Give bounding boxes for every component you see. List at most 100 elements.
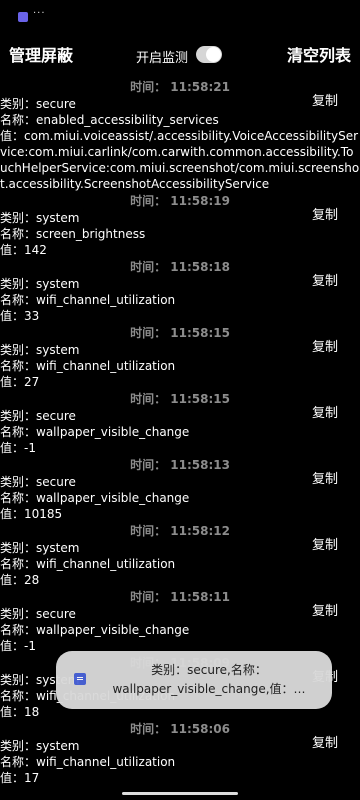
entry-time: 时间： 11:58:15 [130,326,230,340]
entry-name-text: screen_brightness [36,227,146,241]
copy-button[interactable]: 复制 [312,90,338,109]
entry-name-label: 名称： [0,557,37,571]
entry-name-label: 名称： [0,689,37,703]
list-item: 时间： 11:58:11 复制 类别：secure 名称：wallpaper_visi… [0,588,360,654]
entry-name: 名称：wallpaper_visible_change [0,424,360,440]
entry-type-label: 类别： [0,97,37,111]
entry-name: 名称：wifi_channel_utilization [0,292,360,308]
entry-type-text: secure [36,409,76,423]
entry-value-label: 值： [0,573,25,587]
header: 管理屏蔽 开启监测 清空列表 [0,38,360,74]
entry-type-text: system [36,739,80,753]
entry-name-label: 名称： [0,113,37,127]
copy-button[interactable]: 复制 [312,270,338,289]
entry-value-label: 值： [0,441,25,455]
entry-name-text: enabled_accessibility_services [36,113,219,127]
entry-time: 时间： 11:58:13 [130,458,230,472]
entry-type: 类别：secure [0,408,360,424]
copy-button[interactable]: 复制 [312,336,338,355]
entry-value-text: -1 [24,639,36,653]
entry-name-text: wallpaper_visible_change [36,623,190,637]
entry-value: 值：-1 [0,440,360,456]
entry-type-label: 类别： [0,343,37,357]
home-indicator[interactable] [122,792,238,795]
entry-name: 名称：wifi_channel_utilization [0,358,360,374]
entry-type-label: 类别： [0,211,37,225]
monitor-toggle[interactable] [196,46,222,63]
entry-value-text: 17 [24,771,40,785]
status-bar: ··· [0,0,360,32]
entry-name: 名称：screen_brightness [0,226,360,242]
entry-type-label: 类别： [0,277,37,291]
list-item: 时间： 11:58:15 复制 类别：system 名称：wifi_channel_u… [0,324,360,390]
copy-button[interactable]: 复制 [312,534,338,553]
entry-type: 类别：secure [0,96,360,112]
entry-value: 值：33 [0,308,360,324]
entry-value-label: 值： [0,639,25,653]
entry-value-text: 142 [24,243,47,257]
entry-type-text: secure [36,97,76,111]
manage-block-button[interactable]: 管理屏蔽 [9,42,73,66]
entry-type-text: system [36,277,80,291]
entry-value: 值：com.miui.voiceassist/.accessibility.Vo… [0,128,360,192]
entry-value-label: 值： [0,129,25,143]
entry-value: 值：10185 [0,506,360,522]
entry-value: 值：142 [0,242,360,258]
entry-value-label: 值： [0,771,25,785]
entry-value-label: 值： [0,309,25,323]
entry-type: 类别：system [0,738,360,754]
entry-value: 值：27 [0,374,360,390]
entry-name-text: wallpaper_visible_change [36,425,190,439]
message-icon [74,673,86,685]
list-item: 时间： 11:58:06 复制 类别：system 名称：wifi_channel_u… [0,720,360,786]
copy-button[interactable]: 复制 [312,204,338,223]
toast-text: 类别：secure,名称：wallpaper_visible_change,值：… [112,663,306,696]
entry-name-label: 名称： [0,227,37,241]
entry-type: 类别：system [0,210,360,226]
entry-name: 名称：wallpaper_visible_change [0,490,360,506]
list-item: 时间： 11:58:13 复制 类别：secure 名称：wallpaper_visi… [0,456,360,522]
entry-name-text: wifi_channel_utilization [36,293,176,307]
entry-value-text: 18 [24,705,40,719]
entry-name-text: wallpaper_visible_change [36,491,190,505]
entry-value: 值：17 [0,770,360,786]
entry-type-label: 类别： [0,673,37,687]
entry-name-label: 名称： [0,359,37,373]
entry-type: 类别：system [0,540,360,556]
entry-type-text: system [36,343,80,357]
clear-list-button[interactable]: 清空列表 [287,42,351,66]
copy-button[interactable]: 复制 [312,732,338,751]
entry-type: 类别：system [0,342,360,358]
entry-name: 名称：wifi_channel_utilization [0,754,360,770]
monitor-label: 开启监测 [136,51,189,66]
entry-type: 类别：system [0,276,360,292]
entry-time: 时间： 11:58:12 [130,524,230,538]
list-item: 时间： 11:58:21 复制 类别：secure 名称：enabled_access… [0,78,360,192]
entry-type-label: 类别： [0,409,37,423]
entry-value-text: 10185 [24,507,63,521]
entry-value-text: 27 [24,375,40,389]
entry-type-text: secure [36,475,76,489]
entry-name-label: 名称： [0,293,37,307]
entry-type-label: 类别： [0,541,37,555]
entry-value-label: 值： [0,507,25,521]
app-notification-icon [18,12,28,22]
more-notifications-icon: ··· [33,8,46,19]
entry-name-label: 名称： [0,491,37,505]
copy-button[interactable]: 复制 [312,600,338,619]
entry-value-text: 28 [24,573,40,587]
entry-time: 时间： 11:58:11 [130,590,230,604]
entry-name-text: wifi_channel_utilization [36,359,176,373]
entry-time: 时间： 11:58:18 [130,260,230,274]
entry-type-text: system [36,541,80,555]
entry-time: 时间： 11:58:06 [130,722,230,736]
copy-button[interactable]: 复制 [312,402,338,421]
entry-type-text: system [36,211,80,225]
list-item: 时间： 11:58:12 复制 类别：system 名称：wifi_channel_u… [0,522,360,588]
copy-button[interactable]: 复制 [312,468,338,487]
list-item: 时间： 11:58:15 复制 类别：secure 名称：wallpaper_visi… [0,390,360,456]
entry-name-text: wifi_channel_utilization [36,557,176,571]
entry-name-label: 名称： [0,755,37,769]
entry-type-label: 类别： [0,475,37,489]
entry-value-text: -1 [24,441,36,455]
